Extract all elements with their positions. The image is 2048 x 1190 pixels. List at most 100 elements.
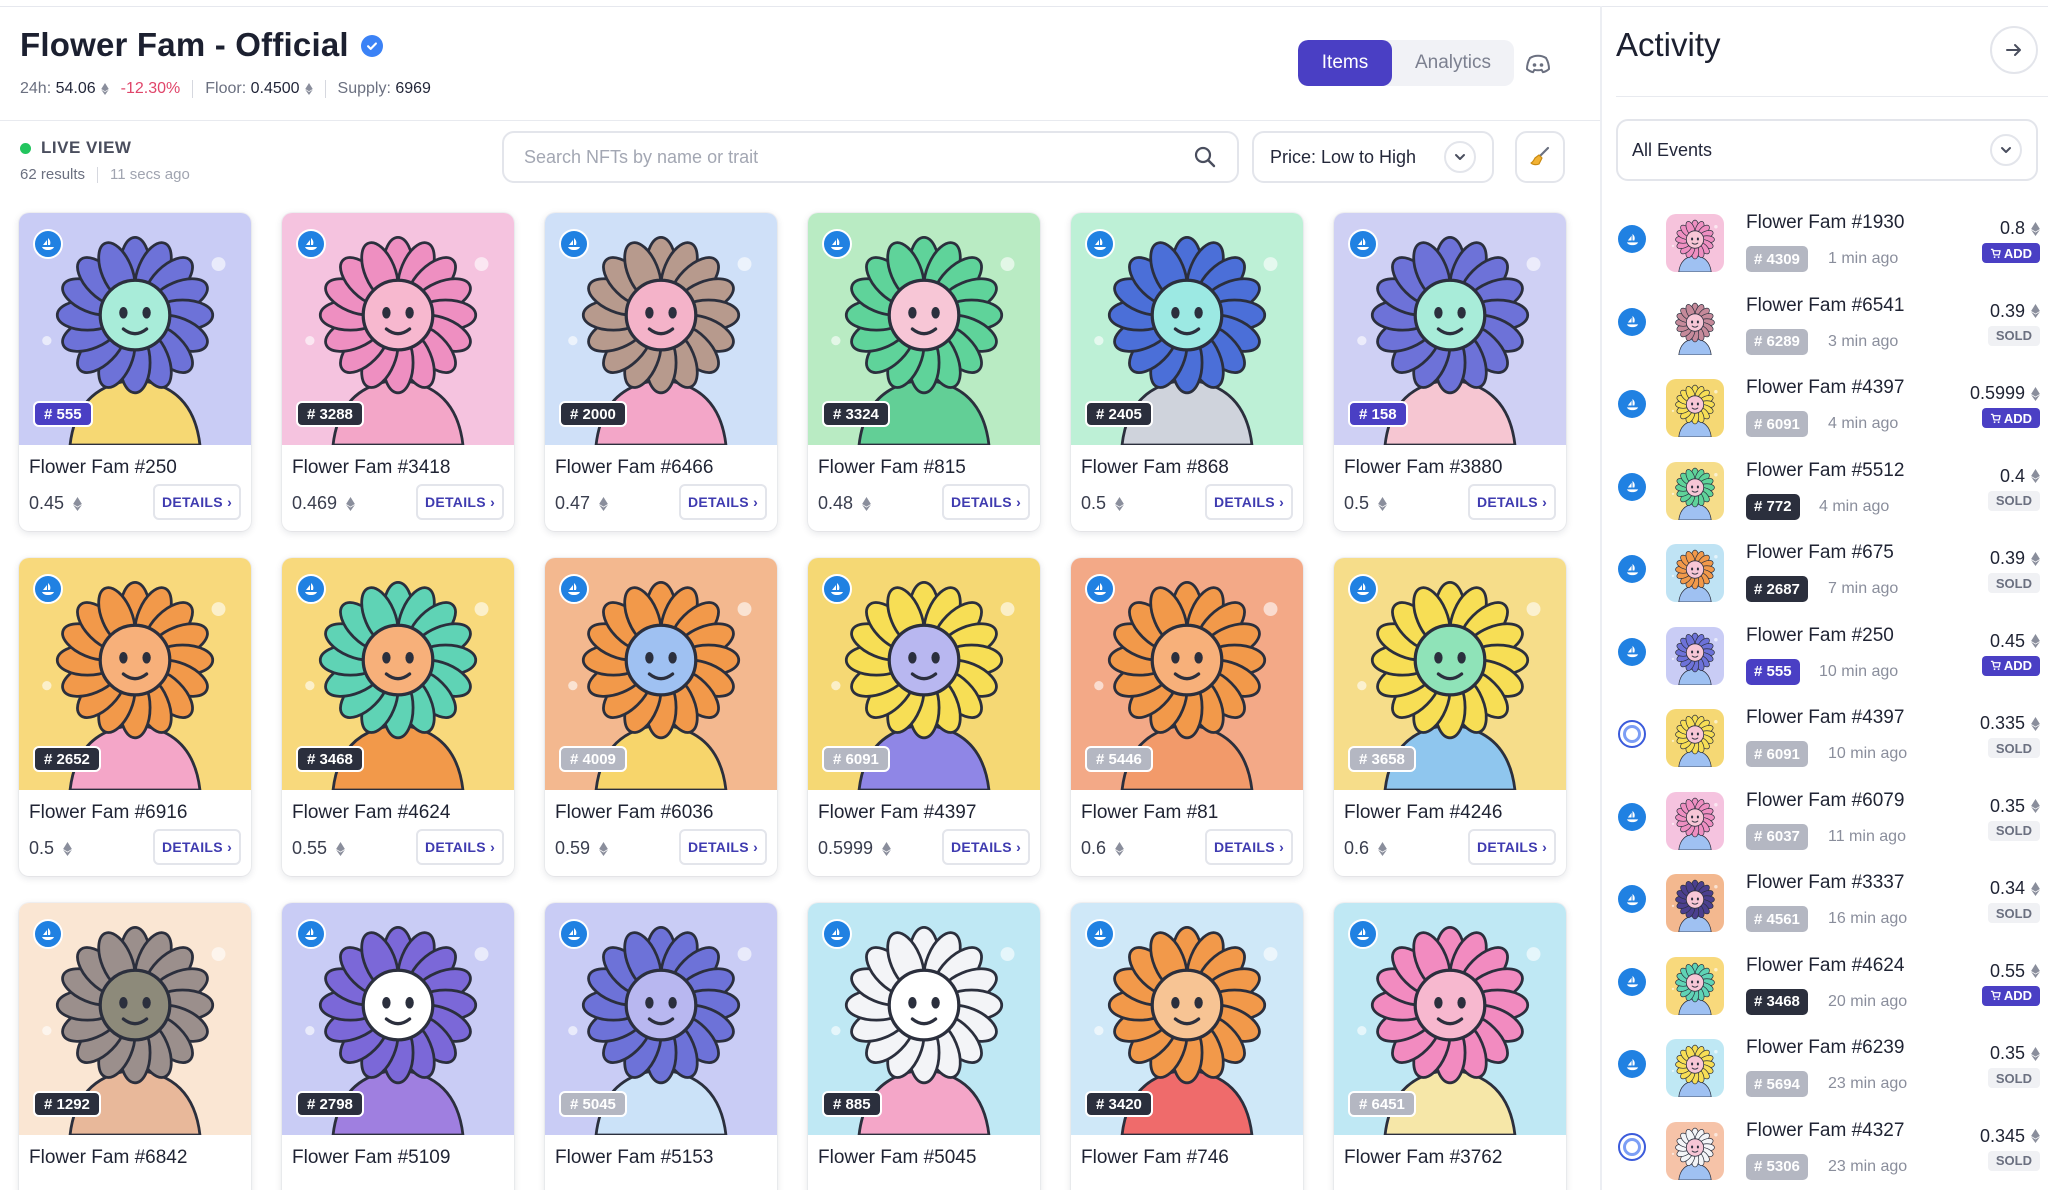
nft-image[interactable]: # 4009 — [545, 558, 777, 790]
nft-card[interactable]: # 6091 Flower Fam #4397 0.5999 DETAILS › — [808, 558, 1040, 876]
nft-image[interactable]: # 158 — [1334, 213, 1566, 445]
details-button[interactable]: DETAILS › — [679, 829, 767, 865]
nft-price: 0.48 — [818, 493, 871, 514]
nft-card[interactable]: # 2405 Flower Fam #868 0.5 DETAILS › — [1071, 213, 1303, 531]
floor-label: Floor: — [205, 80, 247, 97]
nft-image[interactable]: # 3420 — [1071, 903, 1303, 1135]
rarity-rank-badge: # 2687 — [1746, 576, 1808, 602]
activity-item[interactable]: Flower Fam #5512 # 772 4 min ago 0.4 SOL… — [1602, 452, 2048, 535]
activity-item[interactable]: Flower Fam #4397 # 6091 4 min ago 0.5999… — [1602, 369, 2048, 452]
details-button[interactable]: DETAILS › — [942, 484, 1030, 520]
activity-price-value: 0.35 — [1989, 1043, 2025, 1063]
activity-item[interactable]: Flower Fam #3337 # 4561 16 min ago 0.34 … — [1602, 864, 2048, 947]
activity-thumbnail — [1666, 791, 1724, 850]
nft-card[interactable]: # 3420 Flower Fam #746 — [1071, 903, 1303, 1190]
nft-image[interactable]: # 3658 — [1334, 558, 1566, 790]
opensea-icon — [822, 229, 852, 259]
activity-item[interactable]: Flower Fam #4327 # 5306 23 min ago 0.345… — [1602, 1112, 2048, 1190]
details-button[interactable]: DETAILS › — [153, 484, 241, 520]
nft-price: 0.469 — [292, 493, 355, 514]
nft-image[interactable]: # 2652 — [19, 558, 251, 790]
nft-card[interactable]: # 5446 Flower Fam #81 0.6 DETAILS › — [1071, 558, 1303, 876]
activity-nft-name: Flower Fam #250 — [1746, 624, 1894, 646]
nft-card[interactable]: # 3468 Flower Fam #4624 0.55 DETAILS › — [282, 558, 514, 876]
details-button[interactable]: DETAILS › — [1205, 484, 1293, 520]
opensea-icon — [1085, 919, 1115, 949]
nft-image[interactable]: # 885 — [808, 903, 1040, 1135]
opensea-icon — [1348, 919, 1378, 949]
event-filter-dropdown[interactable]: All Events — [1616, 119, 2038, 181]
nft-image[interactable]: # 3468 — [282, 558, 514, 790]
details-button[interactable]: DETAILS › — [416, 829, 504, 865]
details-button[interactable]: DETAILS › — [153, 829, 241, 865]
sweep-button[interactable] — [1515, 131, 1565, 183]
tab-items[interactable]: Items — [1298, 40, 1392, 86]
activity-item[interactable]: Flower Fam #6079 # 6037 11 min ago 0.35 … — [1602, 782, 2048, 865]
nft-image[interactable]: # 555 — [19, 213, 251, 445]
nft-card[interactable]: # 158 Flower Fam #3880 0.5 DETAILS › — [1334, 213, 1566, 531]
tab-analytics[interactable]: Analytics — [1392, 40, 1514, 86]
eth-icon — [599, 841, 608, 856]
activity-item[interactable]: Flower Fam #250 # 555 10 min ago 0.45 AD… — [1602, 617, 2048, 700]
nft-card[interactable]: # 3324 Flower Fam #815 0.48 DETAILS › — [808, 213, 1040, 531]
search-icon[interactable] — [1193, 145, 1217, 169]
discord-icon[interactable] — [1524, 50, 1552, 78]
cart-icon — [1990, 248, 2001, 258]
nft-image[interactable]: # 3324 — [808, 213, 1040, 445]
listing-badge: ADD — [1981, 655, 2040, 676]
nft-image[interactable]: # 2405 — [1071, 213, 1303, 445]
activity-thumbnail — [1666, 1039, 1724, 1097]
nft-image[interactable]: # 5446 — [1071, 558, 1303, 790]
details-button[interactable]: DETAILS › — [1468, 829, 1556, 865]
nft-card[interactable]: # 6451 Flower Fam #3762 — [1334, 903, 1566, 1190]
activity-price-value: 0.55 — [1989, 960, 2025, 981]
nft-card[interactable]: # 2652 Flower Fam #6916 0.5 DETAILS › — [19, 558, 251, 876]
details-button[interactable]: DETAILS › — [1205, 829, 1293, 865]
eth-icon — [2031, 1046, 2040, 1061]
nft-image[interactable]: # 2798 — [282, 903, 514, 1135]
nft-image[interactable]: # 6091 — [808, 558, 1040, 790]
nft-card[interactable]: # 1292 Flower Fam #6842 — [19, 903, 251, 1190]
nft-image[interactable]: # 6451 — [1334, 903, 1566, 1135]
nft-card[interactable]: # 3658 Flower Fam #4246 0.6 DETAILS › — [1334, 558, 1566, 876]
opensea-icon — [1618, 390, 1646, 418]
nft-image[interactable]: # 5045 — [545, 903, 777, 1135]
nft-card[interactable]: # 5045 Flower Fam #5153 — [545, 903, 777, 1190]
rarity-rank-badge: # 6091 — [1746, 741, 1808, 767]
nft-card[interactable]: # 555 Flower Fam #250 0.45 DETAILS › — [19, 213, 251, 531]
search-input[interactable] — [524, 146, 1193, 168]
details-button[interactable]: DETAILS › — [942, 829, 1030, 865]
nft-card[interactable]: # 2798 Flower Fam #5109 — [282, 903, 514, 1190]
activity-item[interactable]: Flower Fam #1930 # 4309 1 min ago 0.8 AD… — [1602, 204, 2048, 287]
details-button[interactable]: DETAILS › — [679, 484, 767, 520]
details-button[interactable]: DETAILS › — [416, 484, 504, 520]
nft-price: 0.6 — [1081, 838, 1124, 859]
rarity-rank-badge: # 3658 — [1348, 746, 1416, 772]
activity-item[interactable]: Flower Fam #6239 # 5694 23 min ago 0.35 … — [1602, 1029, 2048, 1112]
activity-time: 23 min ago — [1828, 1075, 1908, 1092]
nft-card[interactable]: # 3288 Flower Fam #3418 0.469 DETAILS › — [282, 213, 514, 531]
activity-item[interactable]: Flower Fam #4397 # 6091 10 min ago 0.335… — [1602, 699, 2048, 782]
activity-title: Activity — [1616, 26, 1721, 63]
activity-price: 0.39 — [1990, 548, 2040, 569]
activity-item[interactable]: Flower Fam #675 # 2687 7 min ago 0.39 SO… — [1602, 534, 2048, 617]
nft-image[interactable]: # 2000 — [545, 213, 777, 445]
nft-price-value: 0.5999 — [818, 838, 874, 858]
nft-name: Flower Fam #6916 — [29, 802, 188, 823]
activity-item[interactable]: Flower Fam #6541 # 6289 3 min ago 0.39 S… — [1602, 287, 2048, 370]
badge-label: ADD — [2003, 658, 2032, 673]
eth-icon — [2031, 469, 2040, 483]
nft-card[interactable]: # 2000 Flower Fam #6466 0.47 DETAILS › — [545, 213, 777, 531]
sale-badge: SOLD — [1987, 490, 2040, 511]
sale-badge: SOLD — [1987, 1068, 2040, 1088]
details-button[interactable]: DETAILS › — [1468, 484, 1556, 520]
nft-price-value: 0.59 — [555, 838, 591, 858]
collapse-activity-button[interactable] — [1990, 26, 2038, 74]
activity-item[interactable]: Flower Fam #4624 # 3468 20 min ago 0.55 … — [1602, 947, 2048, 1030]
nft-image[interactable]: # 1292 — [19, 903, 251, 1135]
activity-price-value: 0.34 — [1989, 878, 2025, 898]
sort-dropdown[interactable]: Price: Low to High — [1252, 131, 1494, 183]
nft-image[interactable]: # 3288 — [282, 213, 514, 445]
nft-card[interactable]: # 4009 Flower Fam #6036 0.59 DETAILS › — [545, 558, 777, 876]
nft-card[interactable]: # 885 Flower Fam #5045 — [808, 903, 1040, 1190]
